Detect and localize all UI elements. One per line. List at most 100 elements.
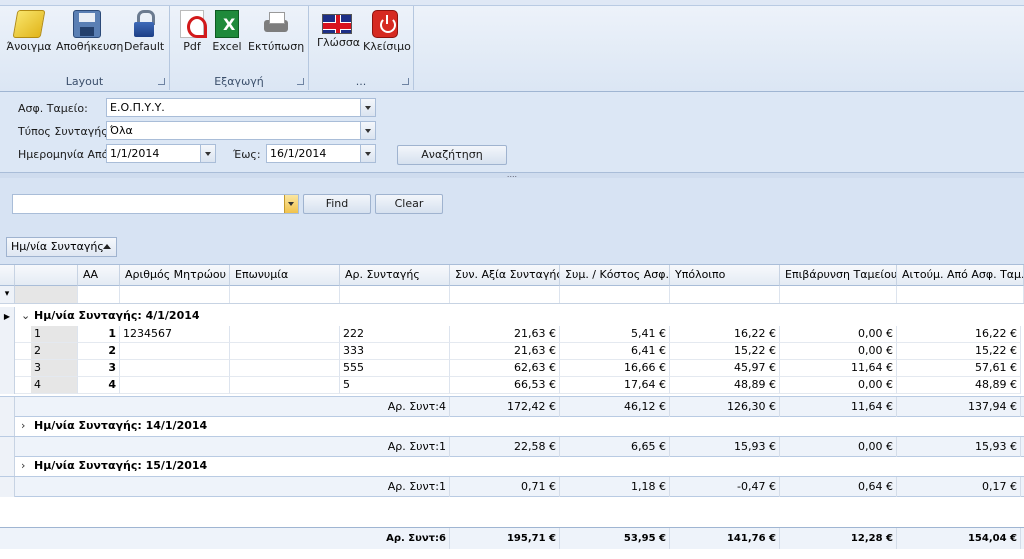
summary-axia: 172,42 €: [450, 397, 560, 417]
summary-epivarynsi: 11,64 €: [780, 397, 897, 417]
cell-symmetoxi: 17,64 €: [560, 377, 670, 394]
summary-aitoum: 15,93 €: [897, 437, 1021, 457]
row-number: 1: [31, 326, 78, 343]
fund-select[interactable]: Ε.Ο.Π.Υ.Υ.: [106, 98, 376, 117]
cell-ypoloipo: 45,97 €: [670, 360, 780, 377]
ribbon-group-label: Layout: [65, 75, 104, 88]
from-date-value: 1/1/2014: [110, 147, 160, 160]
cell-mitroo: 1234567: [120, 326, 230, 343]
find-panel: Find Clear: [0, 178, 1024, 228]
filter-cell[interactable]: [15, 286, 78, 303]
group-indent: [15, 326, 31, 343]
ribbon-group-export: Pdf Excel Εκτύπωση Εξαγωγή: [170, 6, 309, 90]
group-indent: [15, 360, 31, 377]
from-date-field[interactable]: 1/1/2014: [106, 144, 216, 163]
filter-cell[interactable]: [78, 286, 120, 303]
column-header-mitroo[interactable]: Αριθμός Μητρώου: [120, 265, 230, 286]
column-header-epivarynsi[interactable]: Επιβάρυνση Ταμείου: [780, 265, 897, 286]
table-row[interactable]: 1 1 1234567 222 21,63 € 5,41 € 16,22 € 0…: [0, 326, 1024, 343]
cell-syntagi: 222: [340, 326, 450, 343]
row-indicator: [0, 326, 15, 343]
cell-epivarynsi: 0,00 €: [780, 326, 897, 343]
column-header-axia[interactable]: Συν. Αξία Συνταγής: [450, 265, 560, 286]
chevron-down-icon[interactable]: [360, 99, 375, 116]
find-input[interactable]: [12, 194, 299, 214]
chevron-down-icon[interactable]: [200, 145, 215, 162]
collapse-icon[interactable]: ⌄: [21, 307, 30, 325]
cell-epivarynsi: 0,00 €: [780, 343, 897, 360]
print-button[interactable]: Εκτύπωση: [248, 8, 305, 62]
row-indicator: [0, 343, 15, 360]
to-date-field[interactable]: 16/1/2014: [266, 144, 376, 163]
cell-eponymia: [230, 326, 340, 343]
export-excel-button[interactable]: Excel: [212, 8, 242, 62]
filter-cell[interactable]: [230, 286, 340, 303]
close-button[interactable]: Κλείσιμο: [363, 8, 411, 62]
filter-cell[interactable]: [340, 286, 450, 303]
filter-cell[interactable]: [120, 286, 230, 303]
filter-cell[interactable]: [450, 286, 560, 303]
folder-open-icon: [12, 10, 46, 38]
summary-axia: 22,58 €: [450, 437, 560, 457]
excel-icon: [215, 10, 239, 38]
cell-aitoum: 15,22 €: [897, 343, 1021, 360]
cell-syntagi: 333: [340, 343, 450, 360]
summary-count: Αρ. Συντ:4: [340, 397, 450, 417]
default-layout-label: Default: [124, 40, 165, 53]
group-launcher-icon[interactable]: [297, 78, 304, 85]
column-header-symmetoxi[interactable]: Συμ. / Κόστος Ασφ.: [560, 265, 670, 286]
save-layout-button[interactable]: Αποθήκευση: [56, 8, 123, 62]
group-launcher-icon[interactable]: [402, 78, 409, 85]
summary-epivarynsi: 0,64 €: [780, 477, 897, 497]
table-row[interactable]: 2 2 333 21,63 € 6,41 € 15,22 € 0,00 € 15…: [0, 343, 1024, 360]
grand-total-row: Αρ. Συντ:6 195,71 € 53,95 € 141,76 € 12,…: [0, 527, 1024, 549]
cell-symmetoxi: 16,66 €: [560, 360, 670, 377]
group-row[interactable]: › Ημ/νία Συνταγής: 14/1/2014: [0, 417, 1024, 436]
filter-cell[interactable]: [560, 286, 670, 303]
chevron-down-icon[interactable]: [284, 195, 298, 213]
chevron-down-icon[interactable]: [360, 122, 375, 139]
table-row[interactable]: 3 3 555 62,63 € 16,66 € 45,97 € 11,64 € …: [0, 360, 1024, 377]
row-number: 4: [31, 377, 78, 394]
group-row[interactable]: › Ημ/νία Συνταγής: 15/1/2014: [0, 457, 1024, 476]
group-row[interactable]: ▶ ⌄ Ημ/νία Συνταγής: 4/1/2014: [0, 307, 1024, 326]
row-indicator: [0, 417, 15, 436]
export-pdf-button[interactable]: Pdf: [178, 8, 207, 62]
column-header-aa[interactable]: ΑΑ: [78, 265, 120, 286]
column-header-syntagi[interactable]: Αρ. Συνταγής: [340, 265, 450, 286]
filter-cell[interactable]: [670, 286, 780, 303]
column-header-aitoum[interactable]: Αιτούμ. Από Ασφ. Ταμ...: [897, 265, 1024, 286]
open-layout-button[interactable]: Άνοιγμα: [6, 8, 52, 62]
print-label: Εκτύπωση: [248, 40, 305, 53]
cell-ypoloipo: 15,22 €: [670, 343, 780, 360]
group-by-chip[interactable]: Ημ/νία Συνταγής: [6, 237, 117, 257]
filter-cell[interactable]: [897, 286, 1024, 303]
group-launcher-icon[interactable]: [158, 78, 165, 85]
filter-cell[interactable]: [780, 286, 897, 303]
group-title: Ημ/νία Συνταγής: 14/1/2014: [34, 419, 208, 432]
find-button[interactable]: Find: [303, 194, 371, 214]
search-button[interactable]: Αναζήτηση: [397, 145, 507, 165]
column-header-eponymia[interactable]: Επωνυμία: [230, 265, 340, 286]
language-label: Γλώσσα: [317, 36, 361, 49]
total-epivarynsi: 12,28 €: [780, 528, 897, 549]
uk-flag-icon: [322, 14, 352, 34]
chevron-down-icon[interactable]: [360, 145, 375, 162]
expand-icon[interactable]: ›: [21, 417, 25, 435]
cell-mitroo: [120, 377, 230, 394]
table-row[interactable]: 4 4 5 66,53 € 17,64 € 48,89 € 0,00 € 48,…: [0, 377, 1024, 394]
summary-aitoum: 137,94 €: [897, 397, 1021, 417]
language-button[interactable]: Γλώσσα: [317, 8, 361, 62]
cell-aa: 1: [78, 326, 120, 343]
row-indicator-header: [0, 265, 15, 286]
column-header-ypoloipo[interactable]: Υπόλοιπο: [670, 265, 780, 286]
default-layout-button[interactable]: Default: [124, 8, 164, 62]
cell-symmetoxi: 6,41 €: [560, 343, 670, 360]
summary-count: Αρ. Συντ:1: [340, 437, 450, 457]
printer-icon: [261, 10, 289, 38]
type-select[interactable]: Όλα: [106, 121, 376, 140]
expand-icon[interactable]: ›: [21, 457, 25, 475]
save-icon: [73, 10, 101, 38]
from-date-label: Ημερομηνία Από:: [18, 148, 113, 161]
clear-button[interactable]: Clear: [375, 194, 443, 214]
